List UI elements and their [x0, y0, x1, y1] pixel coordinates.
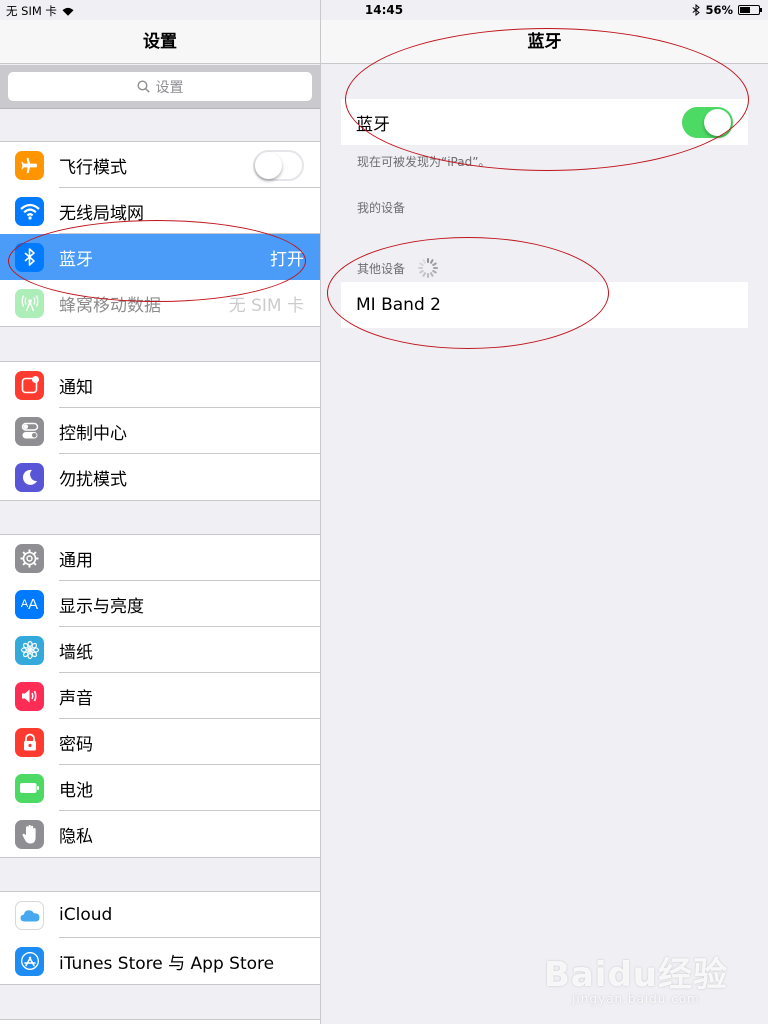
wifi-icon: [15, 196, 44, 226]
settings-group-general: 通用 AA 显示与亮度 墙纸 声音 密码 电池 隐私: [0, 534, 320, 858]
settings-row-privacy[interactable]: 隐私: [0, 811, 320, 857]
search-icon: [136, 80, 150, 93]
settings-group-next: [0, 1019, 320, 1024]
row-label: 墙纸: [59, 642, 93, 663]
settings-master-pane: 设置 设置 飞行模式 无线局域网 蓝牙 打开 蜂窝移动数据 无 SIM 卡 通知…: [0, 0, 320, 1024]
baidu-watermark: Baidu经验 jingyan.baidu.com: [544, 947, 728, 1006]
settings-row-notifications[interactable]: 通知: [0, 362, 320, 408]
annotation-ellipse: [8, 220, 306, 302]
settings-group-accounts: iCloud iTunes Store 与 App Store: [0, 891, 320, 985]
settings-row-airplane-mode[interactable]: 飞行模式: [0, 142, 320, 188]
settings-group-notifications: 通知 控制中心 勿扰模式: [0, 361, 320, 501]
settings-row-wallpaper[interactable]: 墙纸: [0, 627, 320, 673]
row-label: 通用: [59, 550, 93, 571]
row-label: 隐私: [59, 826, 93, 847]
settings-row-battery[interactable]: 电池: [0, 765, 320, 811]
toggle-knob: [255, 151, 282, 179]
hand-icon: [15, 819, 44, 849]
status-time: 14:45: [364, 3, 404, 17]
cellular-icon: [15, 288, 44, 318]
appstore-icon: [15, 946, 44, 976]
display-icon: AA: [15, 589, 44, 619]
sound-icon: [15, 681, 44, 711]
moon-icon: [15, 462, 44, 492]
row-label: 飞行模式: [59, 157, 127, 178]
row-label: 控制中心: [59, 423, 127, 444]
settings-row-passcode[interactable]: 密码: [0, 719, 320, 765]
annotation-ellipse: [327, 237, 609, 349]
annotation-ellipse: [345, 28, 749, 171]
row-label: 声音: [59, 688, 93, 709]
airplane-mode-toggle[interactable]: [253, 149, 304, 181]
search-placeholder: 设置: [155, 79, 184, 96]
row-label: 密码: [59, 734, 93, 755]
battery-icon: [15, 773, 44, 803]
battery-status-icon: [738, 5, 762, 15]
settings-row-general[interactable]: 通用: [0, 535, 320, 581]
settings-row-sounds[interactable]: 声音: [0, 673, 320, 719]
search-bar-container: 设置: [0, 65, 320, 109]
battery-percent: 56%: [705, 3, 733, 17]
settings-row-do-not-disturb[interactable]: 勿扰模式: [0, 454, 320, 500]
row-label: 勿扰模式: [59, 469, 127, 490]
wallpaper-icon: [15, 635, 44, 665]
row-label: 显示与亮度: [59, 596, 144, 617]
my-devices-header: 我的设备: [357, 201, 406, 215]
master-navbar: 设置: [0, 20, 320, 64]
control-center-icon: [15, 416, 44, 446]
settings-row-icloud[interactable]: iCloud: [0, 892, 320, 938]
master-title: 设置: [143, 32, 177, 52]
lock-icon: [15, 727, 44, 757]
row-label: iTunes Store 与 App Store: [59, 953, 275, 974]
pane-divider: [320, 0, 321, 1024]
row-label: 电池: [59, 780, 93, 801]
airplane-icon: [15, 150, 44, 180]
settings-row-control-center[interactable]: 控制中心: [0, 408, 320, 454]
notifications-icon: [15, 370, 44, 400]
icloud-icon: [15, 900, 44, 930]
status-bar: 无 SIM 卡 14:45 56%: [0, 0, 768, 20]
row-label: 通知: [59, 377, 93, 398]
gear-icon: [15, 543, 44, 573]
search-input[interactable]: 设置: [8, 72, 312, 101]
settings-row-itunes-app-store[interactable]: iTunes Store 与 App Store: [0, 938, 320, 984]
settings-row-display-brightness[interactable]: AA 显示与亮度: [0, 581, 320, 627]
row-label: iCloud: [59, 905, 113, 925]
bluetooth-status-icon: [692, 4, 701, 16]
watermark-logo: Baidu经验: [543, 955, 728, 995]
